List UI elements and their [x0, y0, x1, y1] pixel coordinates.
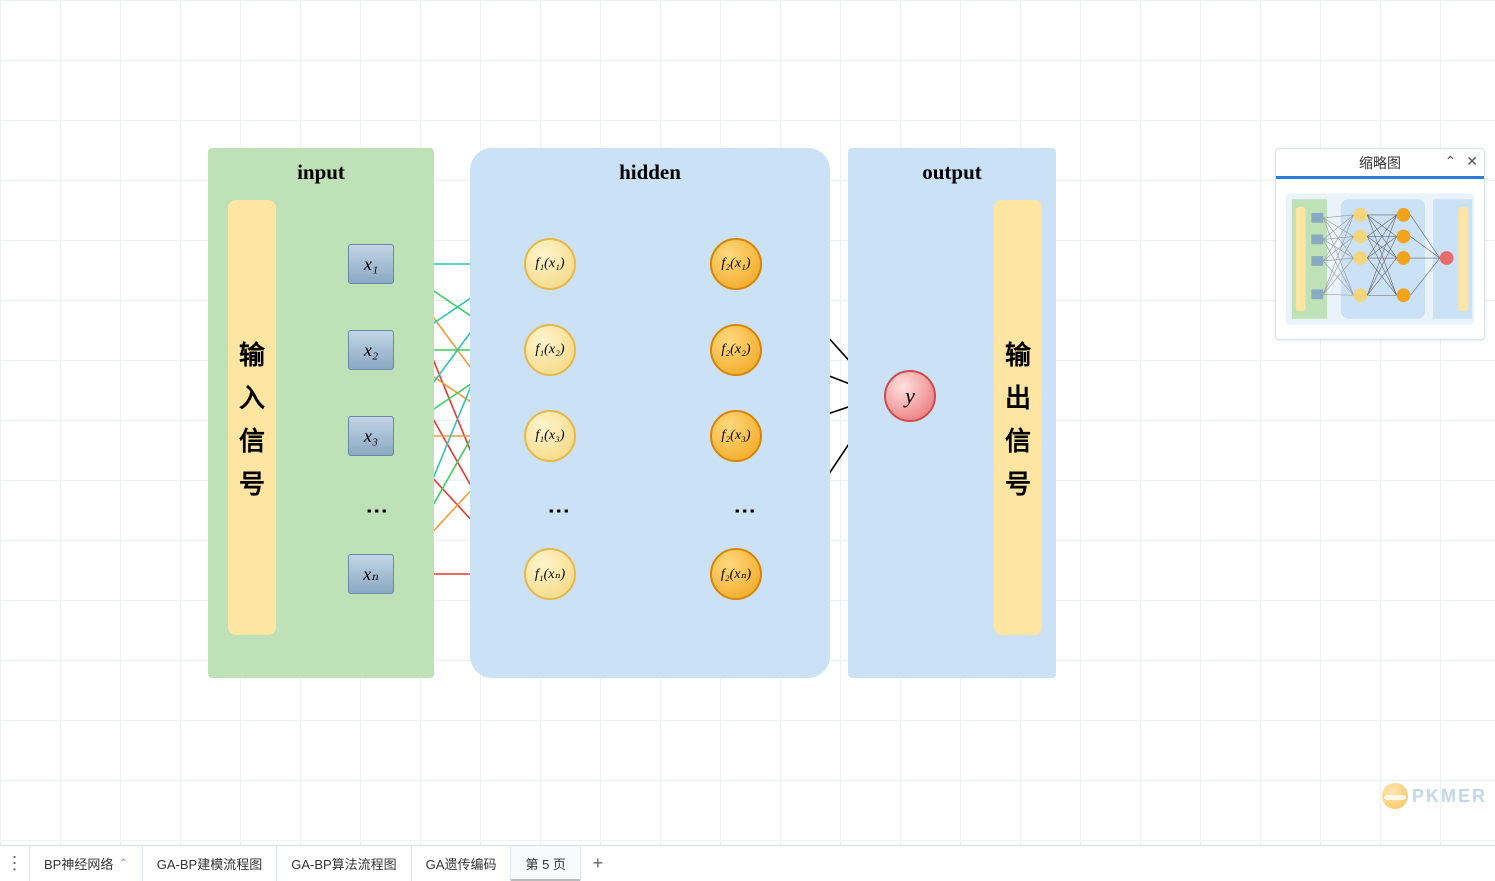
- hidden1-node[interactable]: f₁(x₂): [524, 324, 576, 376]
- input-node[interactable]: xₙ: [348, 554, 394, 594]
- vertical-dots: ⋮: [364, 500, 390, 523]
- sheet-tab[interactable]: GA遗传编码: [412, 846, 512, 881]
- tab-menu-icon[interactable]: ⋮: [0, 846, 30, 881]
- hidden1-node[interactable]: f₁(xₙ): [524, 548, 576, 600]
- input-node[interactable]: x₃: [348, 416, 394, 456]
- signal-char: 出: [1005, 378, 1031, 415]
- hidden2-node[interactable]: f₂(x₂): [710, 324, 762, 376]
- tab-label: 第 5 页: [525, 854, 565, 873]
- minimap-title: 缩略图: [1359, 153, 1401, 173]
- sheet-tab[interactable]: BP神经网络 ⌃: [30, 846, 143, 881]
- signal-char: 信: [239, 421, 265, 458]
- signal-char: 号: [1005, 464, 1031, 501]
- sheet-tab[interactable]: GA-BP建模流程图: [143, 846, 277, 881]
- output-signal-bar[interactable]: 输出信号: [994, 200, 1042, 635]
- diagram-canvas[interactable]: input hidden output 输入信号 输出信号 x₁x₂x₃xₙf₁…: [0, 0, 1495, 845]
- watermark-text: PKMER: [1412, 786, 1487, 807]
- minimap-panel[interactable]: 缩略图 ⌃ ✕: [1275, 148, 1485, 340]
- minimap-close-icon[interactable]: ✕: [1466, 153, 1478, 170]
- sheet-tab-bar: ⋮ BP神经网络 ⌃ GA-BP建模流程图 GA-BP算法流程图 GA遗传编码 第 5 页…: [0, 845, 1495, 881]
- input-signal-bar[interactable]: 输入信号: [228, 200, 276, 635]
- chevron-up-icon[interactable]: ⌃: [119, 858, 127, 869]
- input-node[interactable]: x₁: [348, 244, 394, 284]
- sheet-tab[interactable]: 第 5 页: [511, 846, 580, 881]
- input-node[interactable]: x₂: [348, 330, 394, 370]
- tab-label: GA-BP算法流程图: [291, 854, 396, 873]
- hidden2-node[interactable]: f₂(x₁): [710, 238, 762, 290]
- vertical-dots: ⋮: [732, 500, 758, 523]
- watermark: PKMER: [1382, 783, 1487, 809]
- hidden1-node[interactable]: f₁(x₁): [524, 238, 576, 290]
- output-node[interactable]: y: [884, 370, 936, 422]
- hidden2-node[interactable]: f₂(x₃): [710, 410, 762, 462]
- minimap-collapse-icon[interactable]: ⌃: [1445, 153, 1457, 170]
- signal-char: 入: [239, 378, 265, 415]
- tab-label: BP神经网络: [44, 854, 113, 873]
- signal-char: 号: [239, 464, 265, 501]
- output-layer-title: output: [848, 160, 1056, 185]
- sheet-tab[interactable]: GA-BP算法流程图: [277, 846, 411, 881]
- add-tab-button[interactable]: +: [581, 846, 615, 881]
- pkmer-logo-icon: [1382, 783, 1408, 809]
- signal-char: 输: [239, 335, 265, 372]
- minimap-body[interactable]: [1276, 179, 1484, 339]
- signal-char: 信: [1005, 421, 1031, 458]
- hidden2-node[interactable]: f₂(xₙ): [710, 548, 762, 600]
- tab-label: GA-BP建模流程图: [157, 854, 262, 873]
- hidden1-node[interactable]: f₁(x₃): [524, 410, 576, 462]
- vertical-dots: ⋮: [546, 500, 572, 523]
- hidden-panel[interactable]: hidden: [470, 148, 830, 678]
- signal-char: 输: [1005, 335, 1031, 372]
- hidden-layer-title: hidden: [470, 160, 830, 185]
- tab-label: GA遗传编码: [426, 854, 497, 873]
- input-layer-title: input: [208, 160, 434, 185]
